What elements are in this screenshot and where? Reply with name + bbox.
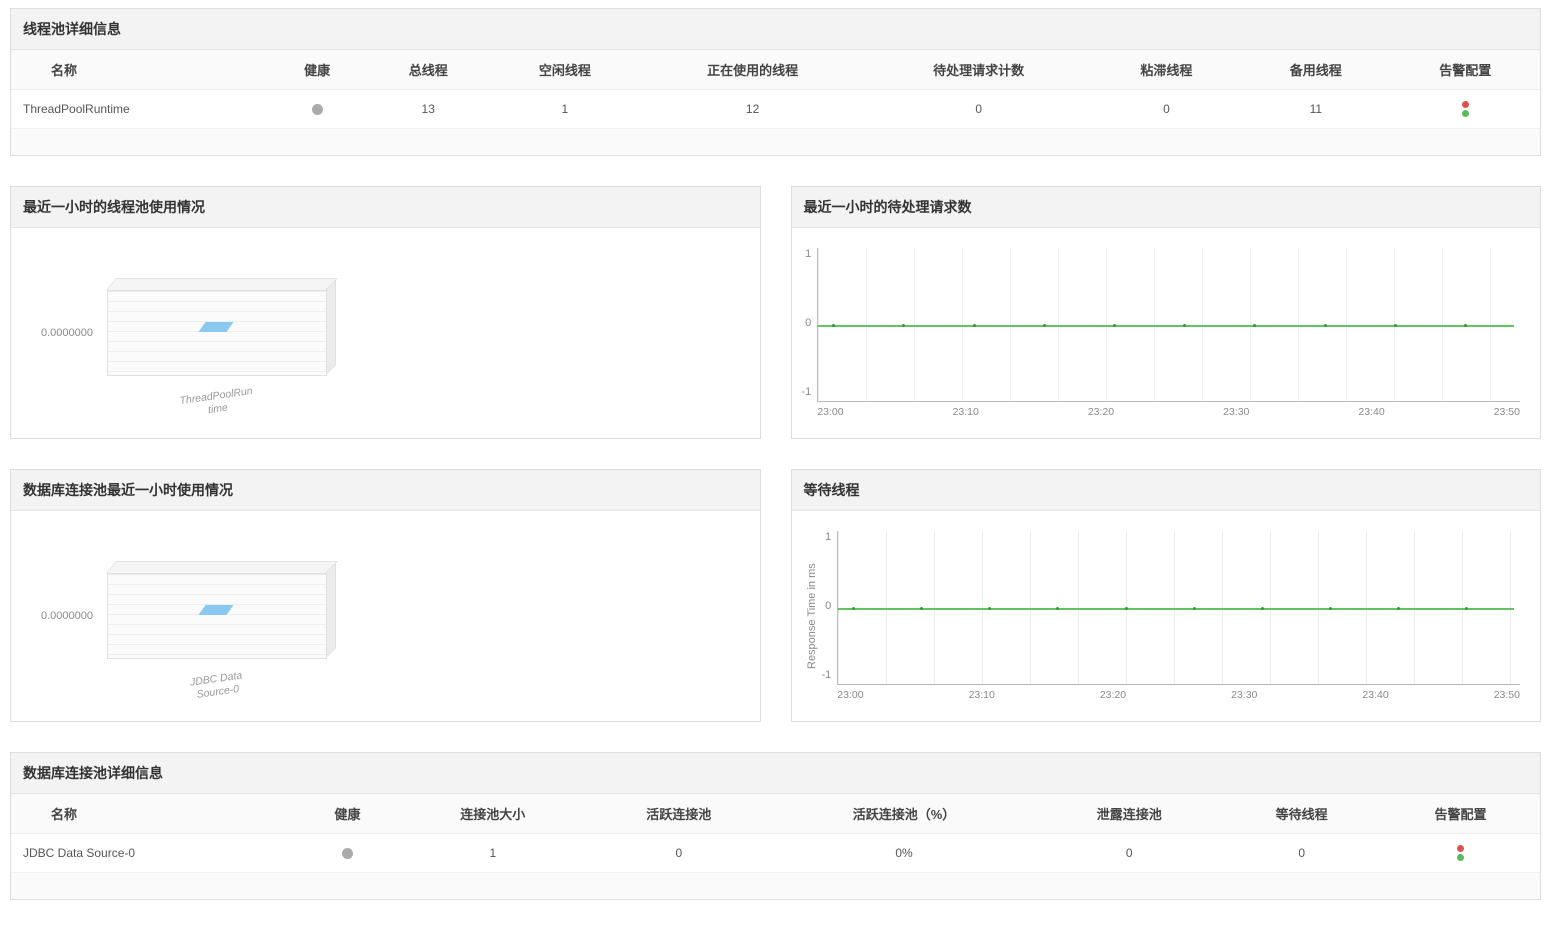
x-tick: 23:10 (953, 406, 979, 418)
chart-body: 0.0000000 ThreadPoolRun time (11, 228, 760, 438)
col-standby[interactable]: 备用线程 (1241, 50, 1390, 90)
col-activepct[interactable]: 活跃连接池（%） (772, 794, 1036, 834)
y-tick: 0.0000000 (41, 327, 93, 339)
cell-alarm (1391, 90, 1540, 129)
y-axis: 1 0 -1 (802, 248, 818, 398)
chart-body: 1 0 -1 23:00 23:10 (792, 228, 1541, 438)
x-tick: 23:30 (1231, 689, 1257, 701)
y-tick: 0 (822, 600, 832, 612)
x-tick: 23:20 (1088, 406, 1114, 418)
dbpool-usage-chart-panel: 数据库连接池最近一小时使用情况 0.0000000 JDBC Data Sour… (10, 469, 761, 722)
chart-body: Response Time in ms 1 0 -1 (792, 511, 1541, 721)
y-tick: 0.0000000 (41, 610, 93, 622)
table-footer (11, 873, 1540, 899)
line-plot (837, 531, 1520, 685)
health-dot-icon (312, 104, 323, 115)
dbpool-panel: 数据库连接池详细信息 名称 健康 连接池大小 活跃连接池 活跃连接池（%） 泄露… (10, 752, 1541, 900)
cell-total: 13 (366, 90, 490, 129)
col-total[interactable]: 总线程 (366, 50, 490, 90)
table-row[interactable]: ThreadPoolRuntime 13 1 12 0 0 11 (11, 90, 1540, 129)
x-tick: 23:20 (1100, 689, 1126, 701)
col-leaked[interactable]: 泄露连接池 (1036, 794, 1222, 834)
x-tick: 23:50 (1494, 406, 1520, 418)
cell-name: ThreadPoolRuntime (11, 90, 268, 129)
cell-stuck: 0 (1092, 90, 1241, 129)
x-label: ThreadPoolRun time (106, 375, 327, 431)
x-tick: 23:30 (1223, 406, 1249, 418)
bar3d-chart: ThreadPoolRun time (107, 278, 337, 388)
line-plot (817, 248, 1520, 402)
dbpool-table: 名称 健康 连接池大小 活跃连接池 活跃连接池（%） 泄露连接池 等待线程 告警… (11, 794, 1540, 873)
cell-active: 0 (586, 834, 772, 873)
series-line (818, 325, 1514, 327)
traffic-light-icon[interactable] (1459, 100, 1472, 118)
x-label: JDBC Data Source-0 (106, 658, 327, 714)
x-tick: 23:50 (1494, 689, 1520, 701)
col-stuck[interactable]: 粘滞线程 (1092, 50, 1241, 90)
y-tick: 1 (802, 248, 812, 260)
cell-inuse: 12 (640, 90, 866, 129)
y-tick: -1 (822, 669, 832, 681)
cell-alarm (1381, 834, 1540, 873)
x-tick: 23:00 (817, 406, 843, 418)
cell-standby: 11 (1241, 90, 1390, 129)
col-waiting[interactable]: 等待线程 (1222, 794, 1381, 834)
cell-pending: 0 (866, 90, 1092, 129)
y-axis-label: Response Time in ms (802, 531, 822, 701)
col-active[interactable]: 活跃连接池 (586, 794, 772, 834)
cell-idle: 1 (490, 90, 639, 129)
col-name[interactable]: 名称 (11, 50, 268, 90)
x-tick: 23:40 (1362, 689, 1388, 701)
chart-title: 最近一小时的待处理请求数 (792, 187, 1541, 228)
threadpool-usage-chart-panel: 最近一小时的线程池使用情况 0.0000000 ThreadPoolRun ti… (10, 186, 761, 439)
col-pending[interactable]: 待处理请求计数 (866, 50, 1092, 90)
cell-health (268, 90, 366, 129)
series-line (838, 608, 1514, 610)
wait-thread-chart-panel: 等待线程 Response Time in ms 1 0 -1 (791, 469, 1542, 722)
pending-requests-chart-panel: 最近一小时的待处理请求数 1 0 -1 (791, 186, 1542, 439)
col-alarm[interactable]: 告警配置 (1391, 50, 1540, 90)
y-tick: 0 (802, 317, 812, 329)
y-axis: 1 0 -1 (822, 531, 838, 681)
col-health[interactable]: 健康 (268, 50, 366, 90)
cell-name: JDBC Data Source-0 (11, 834, 295, 873)
col-health[interactable]: 健康 (295, 794, 400, 834)
x-tick: 23:40 (1358, 406, 1384, 418)
bar3d-chart: JDBC Data Source-0 (107, 561, 337, 671)
x-axis: 23:00 23:10 23:20 23:30 23:40 23:50 (817, 402, 1520, 418)
cell-health (295, 834, 400, 873)
threadpool-panel: 线程池详细信息 名称 健康 总线程 空闲线程 正在使用的线程 待处理请求计数 粘… (10, 8, 1541, 156)
dbpool-title: 数据库连接池详细信息 (11, 753, 1540, 794)
traffic-light-icon[interactable] (1454, 844, 1467, 862)
chart-title: 等待线程 (792, 470, 1541, 511)
table-footer (11, 129, 1540, 155)
col-idle[interactable]: 空闲线程 (490, 50, 639, 90)
y-tick: -1 (802, 386, 812, 398)
chart-body: 0.0000000 JDBC Data Source-0 (11, 511, 760, 721)
x-tick: 23:10 (969, 689, 995, 701)
cell-leaked: 0 (1036, 834, 1222, 873)
col-inuse[interactable]: 正在使用的线程 (640, 50, 866, 90)
y-tick: 1 (822, 531, 832, 543)
col-name[interactable]: 名称 (11, 794, 295, 834)
cell-activepct: 0% (772, 834, 1036, 873)
x-tick: 23:00 (837, 689, 863, 701)
x-axis: 23:00 23:10 23:20 23:30 23:40 23:50 (837, 685, 1520, 701)
col-alarm[interactable]: 告警配置 (1381, 794, 1540, 834)
threadpool-table: 名称 健康 总线程 空闲线程 正在使用的线程 待处理请求计数 粘滞线程 备用线程… (11, 50, 1540, 129)
health-dot-icon (342, 848, 353, 859)
cell-size: 1 (400, 834, 586, 873)
chart-title: 最近一小时的线程池使用情况 (11, 187, 760, 228)
col-size[interactable]: 连接池大小 (400, 794, 586, 834)
threadpool-title: 线程池详细信息 (11, 9, 1540, 50)
chart-title: 数据库连接池最近一小时使用情况 (11, 470, 760, 511)
cell-waiting: 0 (1222, 834, 1381, 873)
table-row[interactable]: JDBC Data Source-0 1 0 0% 0 0 (11, 834, 1540, 873)
